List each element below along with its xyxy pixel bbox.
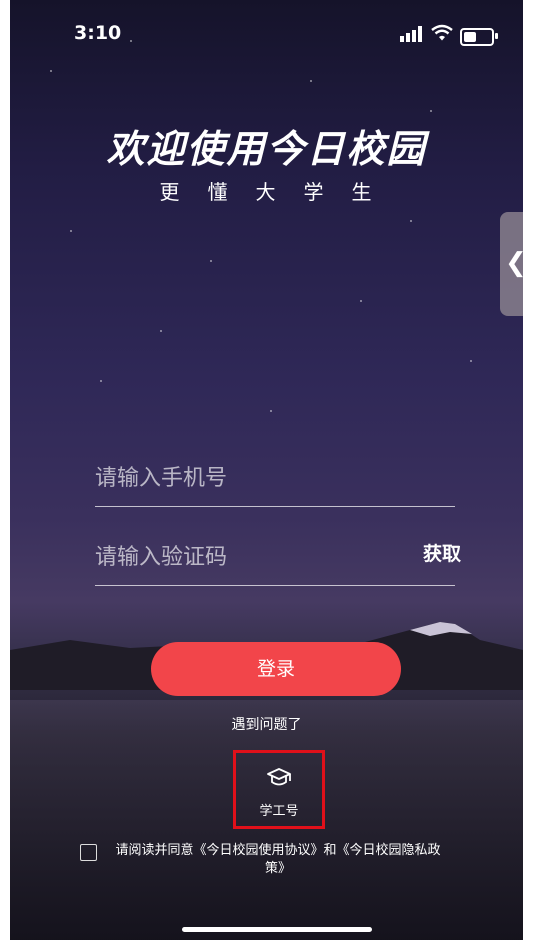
side-drawer-tab[interactable]: ❮ [500,212,523,316]
status-time: 3:10 [74,22,122,44]
star-decoration [310,80,312,82]
phone-input-placeholder: 请输入手机号 [95,466,228,491]
agreement-checkbox[interactable] [80,844,97,861]
battery-icon [460,28,498,46]
app-subtitle: 更懂大学生 [159,180,400,204]
home-indicator[interactable] [182,927,372,932]
chevron-left-icon: ❮ [505,248,523,278]
star-decoration [360,300,362,302]
help-link[interactable]: 遇到问题了 [10,714,523,734]
star-decoration [270,410,272,412]
star-decoration [470,360,472,362]
star-decoration [410,220,412,222]
star-decoration [210,260,212,262]
agreement-text[interactable]: 请阅读并同意《今日校园使用协议》和《今日校园隐私政策》 [108,842,448,878]
get-code-button[interactable]: 获取 [423,539,461,566]
app-title: 欢迎使用今日校园 [106,127,427,171]
star-decoration [430,110,432,112]
graduation-cap-icon [267,768,291,786]
verification-code-input[interactable]: 请输入验证码 获取 [95,525,461,586]
signal-icon [400,26,422,42]
staff-id-login-button[interactable]: 学工号 [233,750,325,829]
star-decoration [50,70,52,72]
star-decoration [100,380,102,382]
code-input-placeholder: 请输入验证码 [95,545,228,570]
wifi-icon [431,24,453,41]
status-bar: 3:10 [10,20,523,50]
login-button[interactable]: 登录 [151,642,401,696]
star-decoration [70,230,72,232]
staff-id-label: 学工号 [259,804,299,819]
app-screen: 3:10 欢迎使用今日校园 更懂大学生 ❮ 请输入手机号 请输入验证码 获取 登… [10,0,523,940]
phone-input[interactable]: 请输入手机号 [95,446,455,507]
star-decoration [160,330,162,332]
